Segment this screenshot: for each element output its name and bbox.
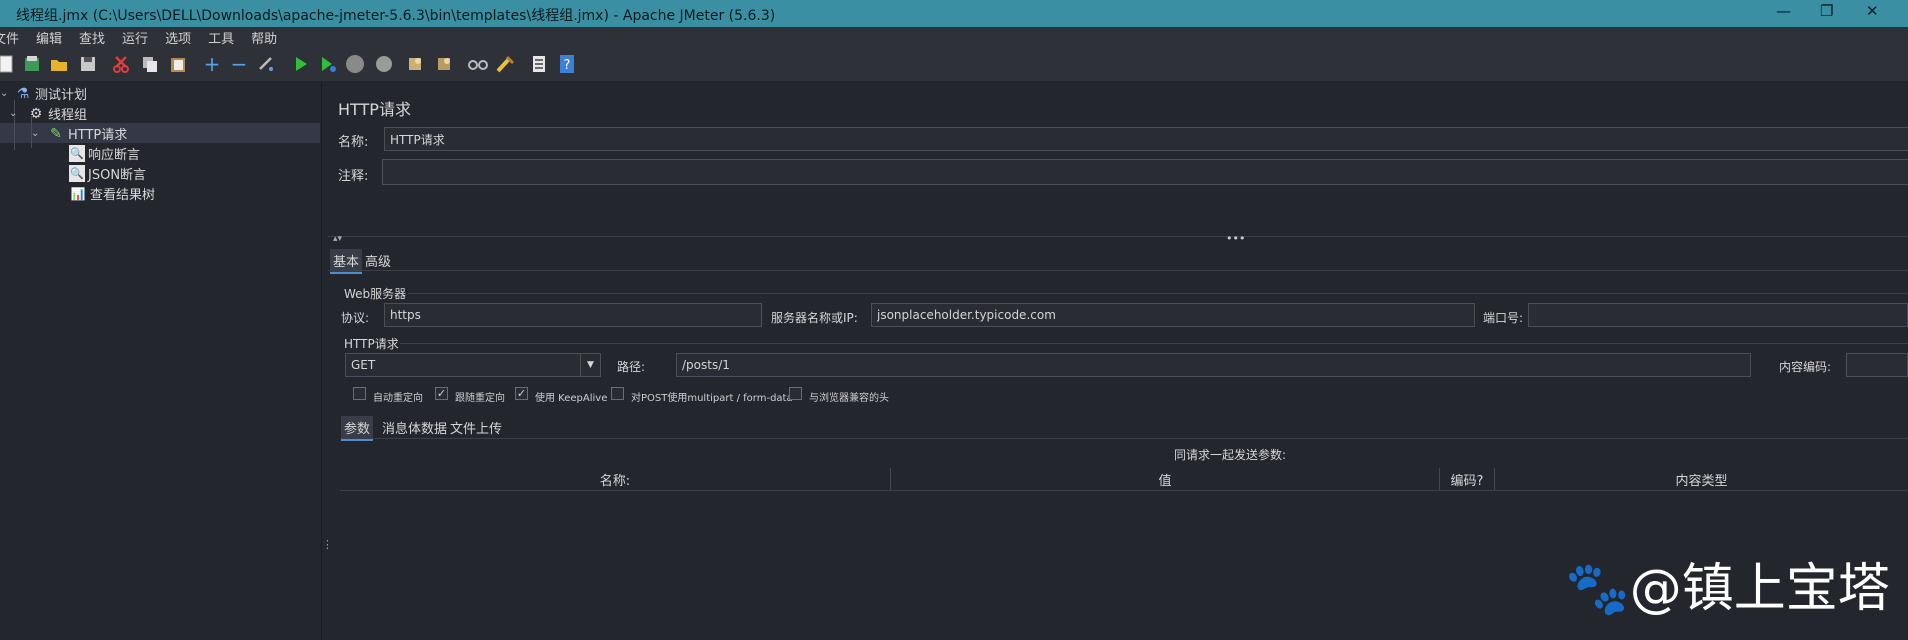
method-select[interactable]: GET ▼: [345, 353, 601, 377]
chevron-down-icon[interactable]: ⌄: [9, 108, 27, 119]
shutdown-icon[interactable]: [374, 54, 394, 74]
group-border: [408, 293, 1908, 294]
collapse-icon[interactable]: −: [229, 52, 249, 76]
tab-body-data[interactable]: 消息体数据: [379, 416, 450, 439]
chevron-down-icon[interactable]: ▼: [580, 354, 600, 376]
start-no-pauses-icon[interactable]: [318, 54, 338, 74]
redirect-auto-checkbox[interactable]: [353, 387, 366, 400]
result-tree-icon: 📊: [70, 186, 86, 201]
restore-button[interactable]: ❐: [1820, 2, 1833, 20]
browser-headers-checkbox[interactable]: [789, 387, 802, 400]
keepalive-label: 使用 KeepAlive: [535, 393, 608, 404]
tree-item-test-plan[interactable]: ⌄ ⚗ 测试计划: [0, 84, 87, 104]
menu-bar: 文件 编辑 查找 运行 选项 工具 帮助: [0, 27, 1908, 48]
column-header-value[interactable]: 值: [891, 468, 1440, 490]
method-value: GET: [351, 358, 376, 372]
group-border: [400, 343, 1908, 344]
copy-icon[interactable]: [140, 54, 160, 74]
json-assertion-icon: 🔍: [69, 165, 85, 182]
path-label: 路径:: [617, 360, 646, 374]
tab-file-upload[interactable]: 文件上传: [447, 416, 505, 439]
new-icon[interactable]: [0, 54, 16, 74]
menu-edit[interactable]: 编辑: [36, 28, 62, 47]
redirect-auto-label: 自动重定向: [373, 393, 423, 404]
page-title: HTTP请求: [338, 100, 411, 119]
save-icon[interactable]: [78, 54, 98, 74]
server-name-input[interactable]: [871, 303, 1475, 327]
web-server-group-label: Web服务器: [344, 287, 407, 301]
expand-icon[interactable]: +: [202, 52, 222, 76]
toolbar: + − ?: [0, 48, 1908, 82]
toggle-icon[interactable]: [256, 54, 276, 74]
menu-tools[interactable]: 工具: [208, 28, 234, 47]
port-input[interactable]: [1528, 303, 1908, 327]
content-encoding-input[interactable]: [1846, 353, 1908, 377]
close-button[interactable]: ✕: [1866, 2, 1879, 20]
paste-icon[interactable]: [168, 54, 188, 74]
server-name-label: 服务器名称或IP:: [771, 311, 858, 325]
title-bar: 线程组.jmx (C:\Users\DELL\Downloads\apache-…: [0, 0, 1908, 27]
test-plan-tree: ⌄ ⚗ 测试计划 ⌄ ⚙ 线程组 ⌄ ✎ HTTP请求 🔍 响应断言 🔍 JSO…: [0, 82, 322, 640]
multipart-label: 对POST使用multipart / form-data: [631, 393, 793, 404]
test-plan-icon: ⚗: [16, 85, 30, 102]
thread-group-icon: ⚙: [29, 105, 43, 122]
port-label: 端口号:: [1483, 311, 1524, 325]
http-request-group-label: HTTP请求: [344, 337, 399, 351]
tree-item-json-assertion[interactable]: 🔍 JSON断言: [69, 164, 146, 183]
name-input[interactable]: [384, 127, 1908, 151]
column-header-encode[interactable]: 编码?: [1440, 468, 1495, 490]
drag-handle-icon[interactable]: •••: [1226, 232, 1245, 245]
clear-all-icon[interactable]: [434, 54, 454, 74]
help-icon[interactable]: ?: [557, 54, 577, 74]
menu-help[interactable]: 帮助: [251, 28, 277, 47]
content-encoding-label: 内容编码:: [1779, 360, 1832, 374]
stop-icon[interactable]: [345, 54, 365, 74]
window-title: 线程组.jmx (C:\Users\DELL\Downloads\apache-…: [16, 8, 776, 24]
column-header-name[interactable]: 名称:: [340, 468, 891, 490]
tree-item-http-request[interactable]: ⌄ ✎ HTTP请求: [31, 124, 127, 144]
keepalive-checkbox[interactable]: ✓: [515, 387, 528, 400]
follow-redirects-label: 跟随重定向: [455, 393, 505, 404]
collapse-arrows-icon[interactable]: ▴▾: [333, 234, 342, 244]
divider: [328, 236, 1908, 237]
minimize-button[interactable]: —: [1776, 2, 1791, 20]
tree-item-response-assertion[interactable]: 🔍 响应断言: [69, 144, 140, 163]
comment-input[interactable]: [382, 159, 1908, 185]
comment-label: 注释:: [338, 169, 369, 184]
menu-file[interactable]: 文件: [0, 28, 19, 47]
browser-headers-label: 与浏览器兼容的头: [809, 393, 889, 404]
open-icon[interactable]: [49, 54, 69, 74]
divider: [340, 438, 1908, 439]
tab-advanced[interactable]: 高级: [362, 249, 394, 272]
name-label: 名称:: [338, 135, 369, 150]
menu-run[interactable]: 运行: [122, 28, 148, 47]
tree-item-view-results-tree[interactable]: 📊 查看结果树: [69, 184, 156, 204]
templates-icon[interactable]: [22, 54, 42, 74]
search-icon[interactable]: [468, 54, 488, 74]
watermark: 🐾@镇上宝塔: [1565, 559, 1890, 619]
assertion-icon: 🔍: [69, 145, 85, 162]
path-input[interactable]: [676, 353, 1751, 377]
params-caption: 同请求一起发送参数:: [1174, 448, 1287, 462]
divider: [340, 490, 1908, 491]
http-sampler-icon: ✎: [50, 125, 62, 142]
start-icon[interactable]: [291, 54, 311, 74]
menu-options[interactable]: 选项: [165, 28, 191, 47]
chevron-down-icon[interactable]: ⌄: [31, 128, 47, 139]
reset-search-icon[interactable]: [495, 54, 515, 74]
follow-redirects-checkbox[interactable]: ✓: [435, 387, 448, 400]
protocol-input[interactable]: [384, 303, 762, 327]
multipart-checkbox[interactable]: [611, 387, 624, 400]
chevron-down-icon[interactable]: ⌄: [0, 88, 14, 99]
divider: [328, 270, 1908, 271]
svg-text:?: ?: [564, 58, 571, 73]
menu-search[interactable]: 查找: [79, 28, 105, 47]
column-header-content-type[interactable]: 内容类型: [1495, 468, 1908, 490]
tree-item-thread-group[interactable]: ⌄ ⚙ 线程组: [9, 104, 87, 124]
clear-icon[interactable]: [405, 54, 425, 74]
cut-icon[interactable]: [111, 54, 131, 74]
protocol-label: 协议:: [341, 311, 370, 325]
function-helper-icon[interactable]: [529, 54, 549, 74]
